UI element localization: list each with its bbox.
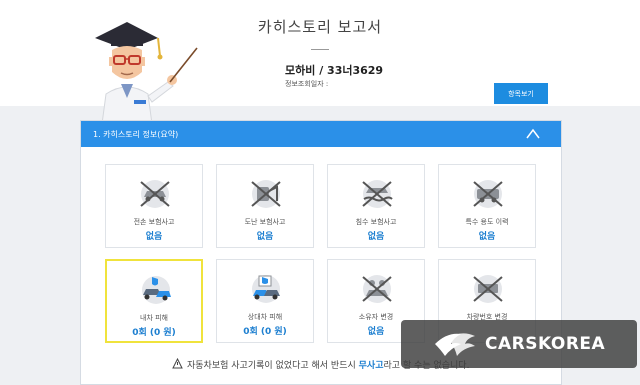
card-label: 특수 용도 이력: [465, 218, 509, 226]
car-info: 모하비 / 33너3629: [285, 64, 384, 77]
chevron-up-icon[interactable]: [523, 125, 543, 143]
card-total-loss[interactable]: 전손 보험사고 없음: [105, 164, 203, 248]
watermark-text: CARSKOREA: [485, 334, 606, 354]
card-value: 없음: [145, 232, 163, 242]
card-label: 침수 보험사고: [355, 218, 397, 226]
card-value: 없음: [478, 232, 496, 242]
card-value: 0회 (0 원): [132, 328, 176, 338]
panel-header-label: 1. 카히스토리 정보(요약): [93, 130, 179, 139]
flame-logo-icon: [435, 333, 475, 356]
info-icon: [172, 357, 183, 369]
plate-change-icon: [473, 275, 503, 303]
owner-change-icon: [362, 275, 392, 303]
card-value: 없음: [256, 232, 274, 242]
card-label: 도난 보험사고: [244, 218, 286, 226]
carskorea-watermark: CARSKOREA: [401, 320, 637, 368]
panel-header[interactable]: 1. 카히스토리 정보(요약): [81, 121, 561, 147]
card-other-car-damage[interactable]: 상대차 피해 0회 (0 원): [216, 259, 314, 343]
card-my-car-damage[interactable]: 내차 피해 0회 (0 원): [105, 259, 203, 343]
my-car-damage-icon: [142, 276, 171, 304]
theft-icon: [251, 180, 281, 208]
card-special-use[interactable]: 특수 용도 이력 없음: [438, 164, 536, 248]
total-loss-icon: [140, 180, 170, 208]
doctor-mascot-icon: [95, 22, 198, 124]
notice-highlight: 무사고: [358, 361, 384, 371]
title-divider: [311, 49, 329, 50]
items-view-button[interactable]: 항목보기: [494, 83, 548, 104]
card-flood[interactable]: 침수 보험사고 없음: [327, 164, 425, 248]
notice-pre: 자동차보험 사고기록이 없었다고 해서 반드시: [187, 361, 359, 371]
card-value: 0회 (0 원): [243, 327, 287, 337]
card-theft[interactable]: 도난 보험사고 없음: [216, 164, 314, 248]
card-label: 내차 피해: [140, 314, 168, 322]
other-car-damage-icon: [252, 275, 280, 303]
flood-icon: [362, 180, 393, 208]
query-date-label: 정보조회일자 :: [285, 80, 329, 88]
card-value: 없음: [367, 232, 385, 242]
special-use-icon: [473, 180, 503, 208]
card-label: 전손 보험사고: [133, 218, 175, 226]
card-label: 상대차 피해: [247, 313, 283, 321]
